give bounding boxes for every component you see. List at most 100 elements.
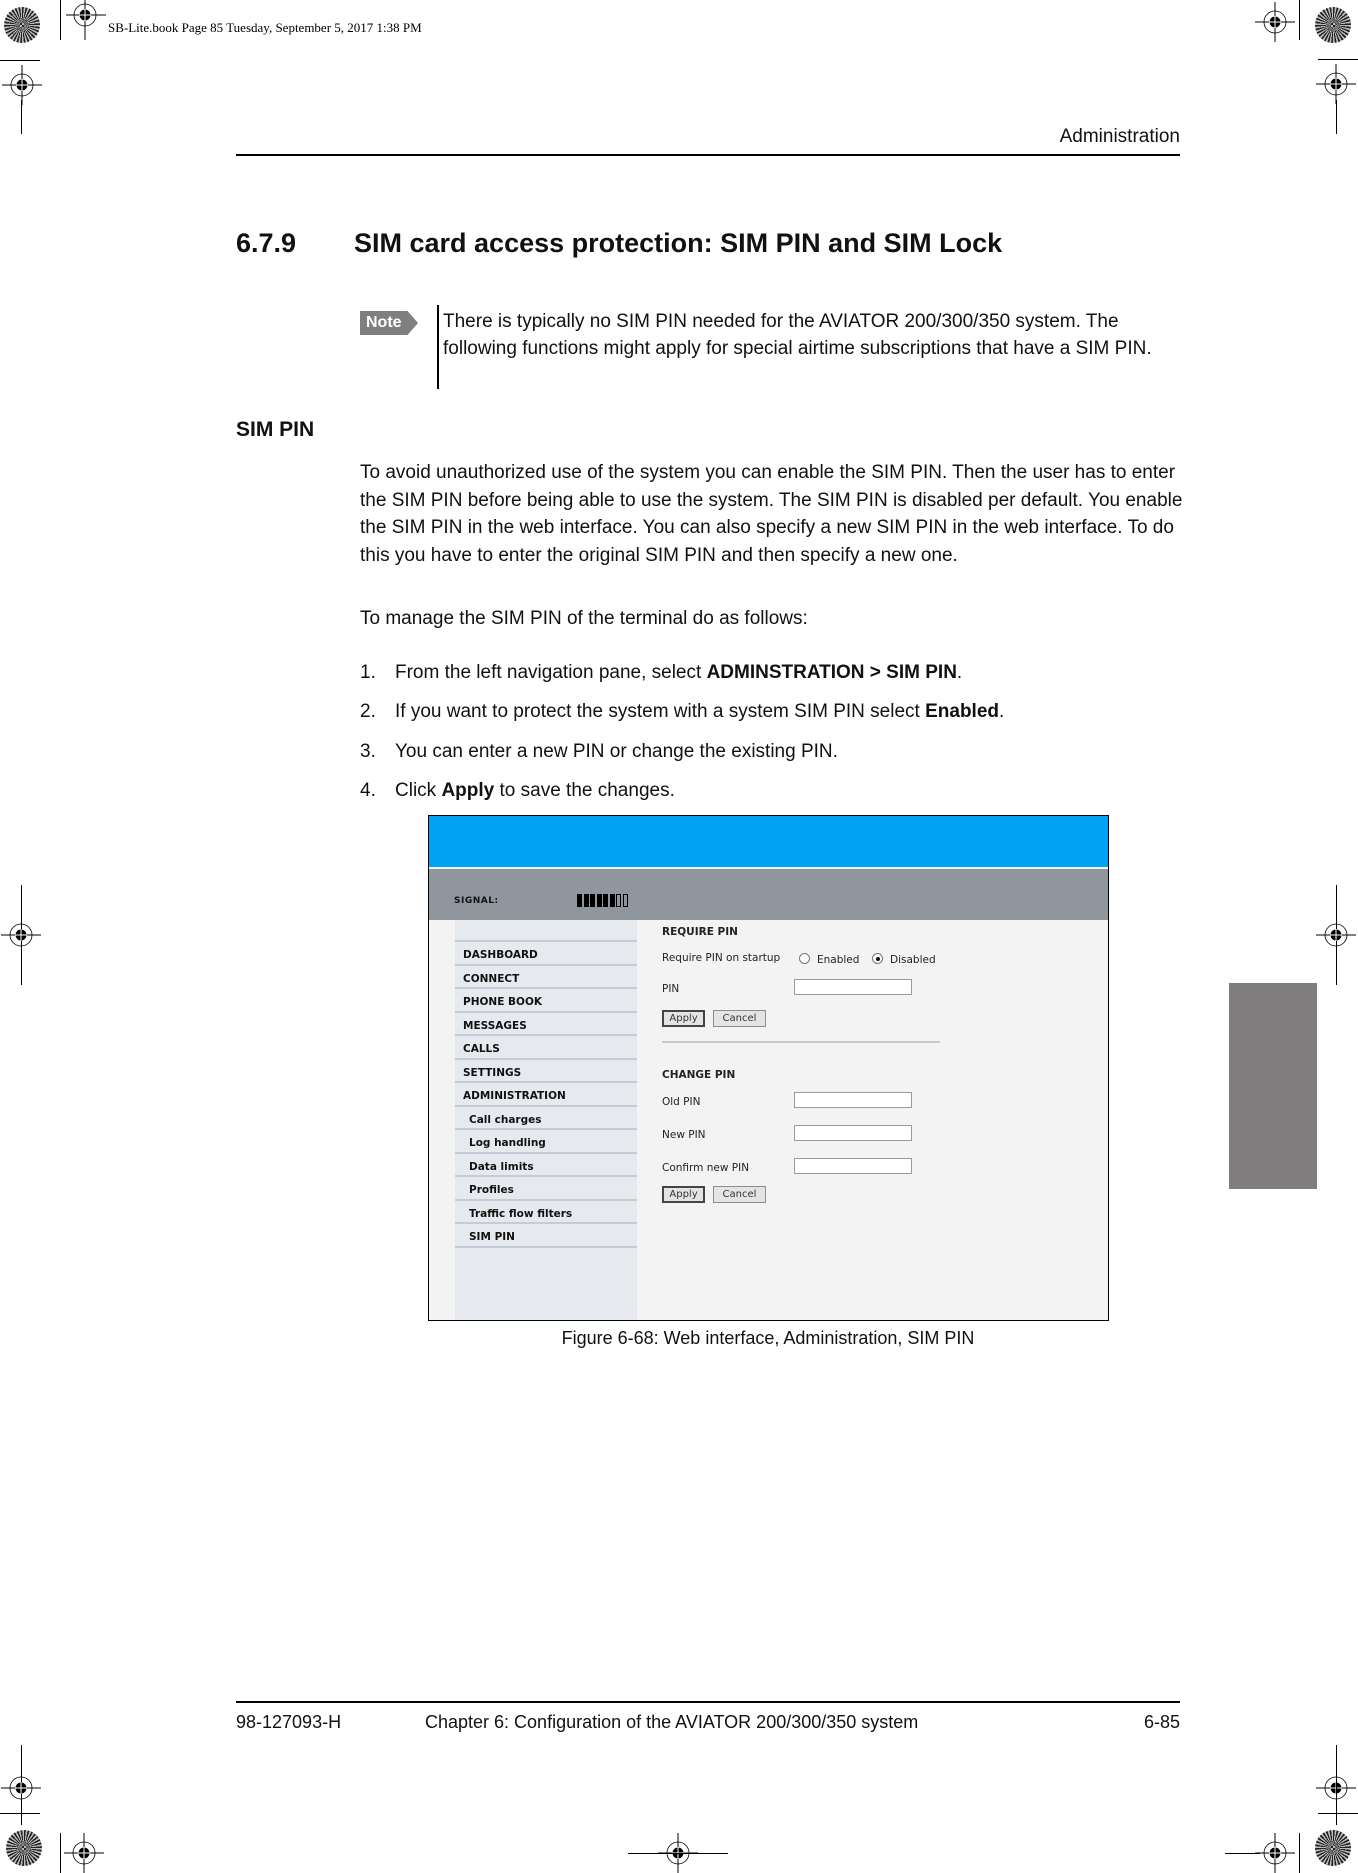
nav-item-call-charges[interactable]: Call charges <box>455 1104 637 1131</box>
running-header-title: Administration <box>1059 126 1180 147</box>
registration-rosette-icon <box>6 1830 42 1866</box>
trim-mark <box>0 1813 40 1814</box>
step-emphasis: ADMINSTRATION > SIM PIN <box>706 662 957 683</box>
registration-crosshair-icon <box>1316 915 1356 955</box>
nav-item-data-limits[interactable]: Data limits <box>455 1151 637 1178</box>
signal-bar-segment <box>590 894 595 907</box>
require-pin-heading: REQUIRE PIN <box>662 926 738 938</box>
require-pin-startup-label: Require PIN on startup <box>662 952 781 964</box>
nav-item-sim-pin[interactable]: SIM PIN <box>455 1222 637 1248</box>
signal-bar-segment <box>583 894 589 907</box>
disabled-radio-label: Disabled <box>890 954 936 966</box>
nav-item-dashboard[interactable]: DASHBOARD <box>455 940 637 966</box>
registration-crosshair-icon <box>64 1833 104 1873</box>
step-text-end: to save the changes. <box>494 780 675 801</box>
note-badge: Note <box>360 311 418 335</box>
nav-item-log-handling[interactable]: Log handling <box>455 1128 637 1154</box>
footer-page-number: 6-85 <box>1143 1712 1180 1732</box>
body-paragraph: To avoid unauthorized use of the system … <box>360 462 1183 566</box>
confirm-pin-input[interactable] <box>794 1158 912 1174</box>
trim-mark <box>1299 1833 1300 1873</box>
footer-doc-number: 98-127093-H <box>236 1712 342 1732</box>
trim-mark <box>1225 1853 1260 1854</box>
step-text: Click <box>395 780 442 801</box>
step-text-end: . <box>956 662 963 683</box>
nav-item-connect[interactable]: CONNECT <box>455 963 637 990</box>
note-text: There is typically no SIM PIN needed for… <box>443 311 1152 359</box>
trim-mark <box>0 60 40 61</box>
trim-mark <box>628 1853 728 1854</box>
enabled-radio[interactable] <box>799 953 810 964</box>
trim-mark <box>60 1833 61 1873</box>
signal-bar-segment <box>577 894 582 907</box>
nav-item-profiles[interactable]: Profiles <box>455 1175 637 1201</box>
confirm-pin-label: Confirm new PIN <box>662 1162 750 1174</box>
apply-button[interactable]: Apply <box>662 1186 705 1203</box>
signal-bar-segment <box>596 894 602 907</box>
signal-strength-meter <box>577 894 628 907</box>
steps-intro: To manage the SIM PIN of the terminal do… <box>360 608 808 629</box>
section-title: SIM card access protection: SIM PIN and … <box>354 228 1003 258</box>
registration-crosshair-icon <box>1316 64 1356 104</box>
trim-mark <box>1318 1813 1358 1814</box>
new-pin-input[interactable] <box>794 1125 912 1141</box>
signal-bar-panel: SIGNAL: <box>429 869 1108 920</box>
registration-crosshair-icon <box>1255 1833 1295 1873</box>
step-emphasis: Apply <box>441 780 495 801</box>
cancel-button[interactable]: Cancel <box>713 1186 766 1203</box>
note-divider <box>437 305 439 389</box>
trim-mark <box>60 0 61 40</box>
registration-crosshair-icon <box>66 0 106 40</box>
footer-chapter: Chapter 6: Configuration of the AVIATOR … <box>425 1712 919 1732</box>
trim-mark <box>1336 1745 1337 1825</box>
cancel-button[interactable]: Cancel <box>713 1010 766 1027</box>
step-number: 2. <box>360 701 376 722</box>
nav-divider <box>455 1245 637 1272</box>
trim-mark <box>1299 0 1300 40</box>
step-item: 4. Click Apply to save the changes. <box>360 780 675 802</box>
step-item: 3. You can enter a new PIN or change the … <box>360 741 838 763</box>
pin-label: PIN <box>662 983 680 995</box>
registration-rosette-icon <box>1315 7 1351 43</box>
step-number: 4. <box>360 780 376 801</box>
footer-rule <box>236 1701 1180 1703</box>
section-divider <box>662 1041 940 1043</box>
nav-item-messages[interactable]: MESSAGES <box>455 1010 637 1037</box>
signal-bar-segment <box>616 894 621 907</box>
header-rule <box>236 154 1180 156</box>
old-pin-label: Old PIN <box>662 1096 701 1108</box>
web-interface-figure: SIGNAL: DASHBOARD CONNECT PHONE BOOK MESSAG… <box>428 815 1109 1321</box>
nav-item-phone-book[interactable]: PHONE BOOK <box>455 987 637 1013</box>
disabled-radio[interactable] <box>872 953 883 964</box>
nav-item-settings[interactable]: SETTINGS <box>455 1057 637 1084</box>
step-text: You can enter a new PIN or change the ex… <box>395 741 838 762</box>
chapter-thumb-tab <box>1229 983 1317 1189</box>
section-number: 6.7.9 <box>236 228 297 258</box>
trim-mark <box>1336 100 1337 134</box>
apply-button[interactable]: Apply <box>662 1010 705 1027</box>
nav-item-traffic-flow-filters[interactable]: Traffic flow filters <box>455 1198 637 1225</box>
trim-mark <box>21 100 22 134</box>
enabled-radio-label: Enabled <box>817 954 860 966</box>
old-pin-input[interactable] <box>794 1092 912 1108</box>
registration-rosette-icon <box>4 7 40 43</box>
registration-crosshair-icon <box>1 1768 41 1808</box>
signal-bar-segment <box>609 894 615 907</box>
signal-bar-segment <box>603 894 608 907</box>
nav-item-calls[interactable]: CALLS <box>455 1034 637 1060</box>
left-navigation-pane: DASHBOARD CONNECT PHONE BOOK MESSAGES CALLS S… <box>455 920 637 1320</box>
step-item: 1. From the left navigation pane, select … <box>360 662 962 684</box>
step-text-end: . <box>999 701 1005 722</box>
registration-crosshair-icon <box>1 915 41 955</box>
print-stamp: SB-Lite.book Page 85 Tuesday, September … <box>108 20 422 35</box>
registration-crosshair-icon <box>2 65 42 105</box>
step-text: From the left navigation pane, select <box>395 662 707 683</box>
nav-item-administration[interactable]: ADMINISTRATION <box>455 1081 637 1107</box>
step-text: If you want to protect the system with a… <box>395 701 926 722</box>
web-header-bar <box>429 816 1108 867</box>
pin-input[interactable] <box>794 979 912 995</box>
registration-crosshair-icon <box>1255 2 1295 42</box>
trim-mark <box>1318 59 1358 60</box>
step-item: 2. If you want to protect the system with… <box>360 701 1004 723</box>
registration-rosette-icon <box>1315 1830 1351 1866</box>
